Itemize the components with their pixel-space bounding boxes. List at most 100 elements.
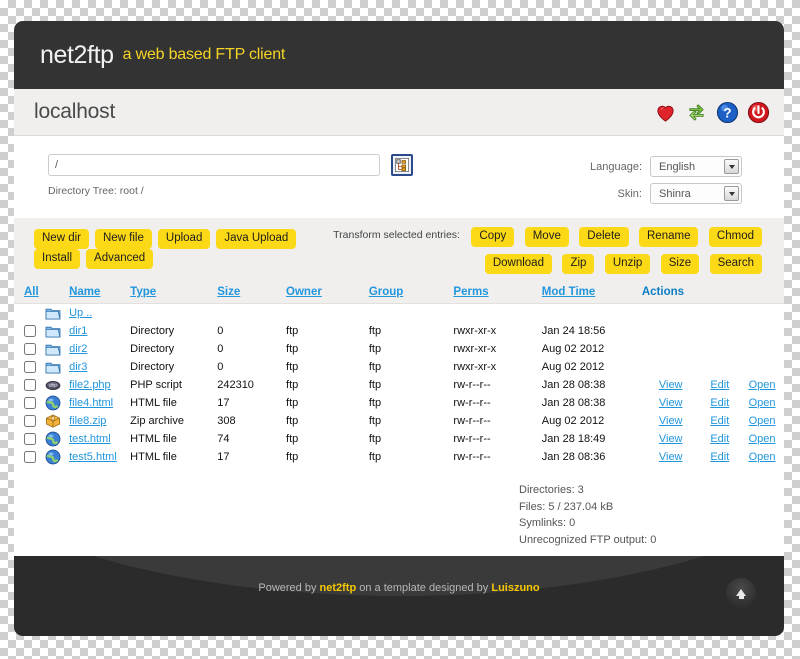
back-to-top-button[interactable] (726, 578, 756, 608)
help-icon[interactable]: ? (716, 101, 739, 124)
upload-button[interactable]: Upload (158, 229, 210, 249)
file-size-cell: 242310 (217, 376, 286, 394)
table-row[interactable]: dir2Directory0ftpftprwxr-xr-xAug 02 2012 (14, 340, 784, 358)
table-row[interactable]: dir3Directory0ftpftprwxr-xr-xAug 02 2012 (14, 358, 784, 376)
edit-link[interactable]: Edit (710, 451, 729, 463)
column-owner[interactable]: Owner (286, 286, 322, 298)
view-link[interactable]: View (659, 433, 683, 445)
open-link[interactable]: Open (749, 433, 776, 445)
row-checkbox[interactable] (24, 379, 36, 391)
column-mod-time[interactable]: Mod Time (542, 286, 595, 298)
favorites-heart-icon[interactable] (654, 101, 677, 124)
row-checkbox[interactable] (24, 433, 36, 445)
up-directory-link[interactable]: Up .. (69, 307, 92, 319)
refresh-icon[interactable] (685, 101, 708, 124)
column-type[interactable]: Type (130, 286, 156, 298)
app-tagline: a web based FTP client (123, 46, 286, 64)
open-link[interactable]: Open (749, 397, 776, 409)
table-row[interactable]: phpfile2.phpPHP script242310ftpftprw-r--… (14, 376, 784, 394)
directory-tree-button[interactable] (391, 154, 413, 176)
row-select-cell (14, 394, 44, 412)
rename-button[interactable]: Rename (639, 227, 698, 247)
move-button[interactable]: Move (525, 227, 569, 247)
file-modtime-cell: Aug 02 2012 (542, 412, 642, 430)
page-title: localhost (34, 100, 115, 124)
skin-select[interactable]: Shinra (650, 183, 742, 204)
open-link[interactable]: Open (749, 415, 776, 427)
file-action-cell (740, 340, 784, 358)
file-modtime-cell: Jan 28 08:36 (542, 448, 642, 466)
row-checkbox[interactable] (24, 361, 36, 373)
column-perms[interactable]: Perms (453, 286, 488, 298)
file-size-cell: 17 (217, 394, 286, 412)
row-checkbox[interactable] (24, 343, 36, 355)
file-action-cell: Edit (700, 394, 741, 412)
open-link[interactable]: Open (749, 379, 776, 391)
zip-button[interactable]: Zip (562, 254, 594, 274)
file-modtime-cell: Aug 02 2012 (542, 358, 642, 376)
app-logo: net2ftp (40, 41, 114, 70)
logout-power-icon[interactable] (747, 101, 770, 124)
view-link[interactable]: View (659, 451, 683, 463)
table-row[interactable]: test.htmlHTML file74ftpftprw-r--r--Jan 2… (14, 430, 784, 448)
size-button[interactable]: Size (661, 254, 699, 274)
new-file-button[interactable]: New file (95, 229, 152, 249)
table-row[interactable]: dir1Directory0ftpftprwxr-xr-xJan 24 18:5… (14, 322, 784, 340)
row-select-cell (14, 376, 44, 394)
settings-block: Language: English Skin: Shinra (590, 154, 764, 204)
directory-path-input[interactable] (48, 154, 380, 176)
new-dir-button[interactable]: New dir (34, 229, 89, 249)
column-name[interactable]: Name (69, 286, 100, 298)
folder-icon (44, 340, 69, 358)
language-select[interactable]: English (650, 156, 742, 177)
edit-link[interactable]: Edit (710, 379, 729, 391)
file-size-cell: 17 (217, 448, 286, 466)
unzip-button[interactable]: Unzip (605, 254, 650, 274)
view-link[interactable]: View (659, 397, 683, 409)
row-checkbox[interactable] (24, 451, 36, 463)
column-all[interactable]: All (24, 286, 39, 298)
file-name-link[interactable]: file4.html (69, 397, 113, 409)
file-action-cell (642, 358, 700, 376)
file-name-link[interactable]: test5.html (69, 451, 117, 463)
file-name-link[interactable]: dir1 (69, 325, 87, 337)
file-name-link[interactable]: file2.php (69, 379, 111, 391)
file-name-link[interactable]: dir3 (69, 361, 87, 373)
row-checkbox[interactable] (24, 397, 36, 409)
footer-brand-link[interactable]: net2ftp (320, 582, 357, 594)
file-name-link[interactable]: test.html (69, 433, 111, 445)
footer-designer-link[interactable]: Luiszuno (491, 582, 539, 594)
file-group-cell: ftp (369, 340, 454, 358)
install-button[interactable]: Install (34, 249, 80, 269)
file-name-link[interactable]: dir2 (69, 343, 87, 355)
edit-link[interactable]: Edit (710, 415, 729, 427)
search-button[interactable]: Search (710, 254, 762, 274)
table-row[interactable]: test5.htmlHTML file17ftpftprw-r--r--Jan … (14, 448, 784, 466)
edit-link[interactable]: Edit (710, 397, 729, 409)
chmod-button[interactable]: Chmod (709, 227, 762, 247)
table-row[interactable]: file8.zipZip archive308ftpftprw-r--r--Au… (14, 412, 784, 430)
file-type-cell: Zip archive (130, 412, 217, 430)
row-checkbox[interactable] (24, 325, 36, 337)
file-size-cell: 0 (217, 340, 286, 358)
file-perms-cell: rw-r--r-- (453, 376, 541, 394)
table-row[interactable]: file4.htmlHTML file17ftpftprw-r--r--Jan … (14, 394, 784, 412)
row-checkbox[interactable] (24, 415, 36, 427)
column-group[interactable]: Group (369, 286, 404, 298)
file-list-body: Up .. dir1Directory0ftpftprwxr-xr-xJan 2… (14, 304, 784, 467)
open-link[interactable]: Open (749, 451, 776, 463)
view-link[interactable]: View (659, 415, 683, 427)
table-row-up[interactable]: Up .. (14, 304, 784, 323)
file-modtime-cell: Jan 28 08:38 (542, 376, 642, 394)
column-size[interactable]: Size (217, 286, 240, 298)
file-name-cell: file4.html (69, 394, 130, 412)
delete-button[interactable]: Delete (579, 227, 628, 247)
download-button[interactable]: Download (485, 254, 552, 274)
edit-link[interactable]: Edit (710, 433, 729, 445)
copy-button[interactable]: Copy (471, 227, 514, 247)
java-upload-button[interactable]: Java Upload (216, 229, 296, 249)
file-name-link[interactable]: file8.zip (69, 415, 106, 427)
advanced-button[interactable]: Advanced (86, 249, 153, 269)
view-link[interactable]: View (659, 379, 683, 391)
file-type-cell: Directory (130, 358, 217, 376)
